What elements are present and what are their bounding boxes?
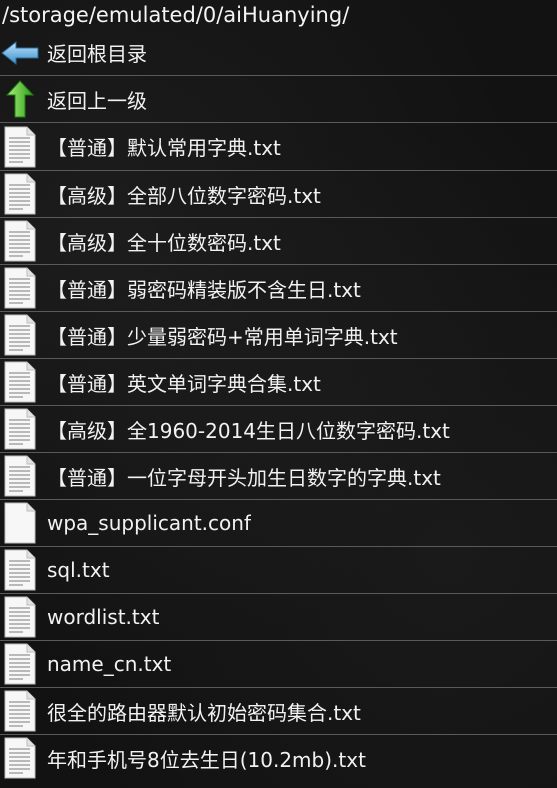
nav-item-root[interactable]: 返回根目录: [0, 30, 557, 75]
file-item[interactable]: 年和手机号8位去生日(10.2mb).txt: [0, 734, 557, 781]
text-file-icon: [0, 641, 40, 687]
text-file-icon: [0, 265, 40, 311]
file-item[interactable]: 【高级】全1960-2014生日八位数字密码.txt: [0, 405, 557, 452]
text-file-icon: [0, 218, 40, 264]
file-name: 很全的路由器默认初始密码集合.txt: [47, 700, 361, 725]
file-name: wpa_supplicant.conf: [47, 511, 251, 535]
file-item[interactable]: name_cn.txt: [0, 640, 557, 687]
nav-item-parent[interactable]: 返回上一级: [0, 75, 557, 122]
text-file-icon: [0, 124, 40, 170]
file-item[interactable]: 【普通】少量弱密码+常用单词字典.txt: [0, 311, 557, 358]
text-file-icon: [0, 359, 40, 405]
file-item[interactable]: 【普通】一位字母开头加生日数字的字典.txt: [0, 452, 557, 499]
text-file-icon: [0, 594, 40, 640]
blank-file-icon: [0, 500, 40, 546]
file-item[interactable]: 【高级】全部八位数字密码.txt: [0, 170, 557, 217]
file-name: 【高级】全部八位数字密码.txt: [47, 183, 321, 208]
file-list: 返回根目录 返回上一级: [0, 30, 557, 122]
file-name: sql.txt: [47, 558, 110, 582]
text-file-icon: [0, 171, 40, 217]
file-item[interactable]: 【高级】全十位数密码.txt: [0, 217, 557, 264]
file-name: 年和手机号8位去生日(10.2mb).txt: [47, 747, 366, 772]
nav-item-label: 返回上一级: [47, 88, 147, 113]
current-path: /storage/emulated/0/aiHuanying/: [2, 3, 350, 27]
file-item[interactable]: 【普通】默认常用字典.txt: [0, 122, 557, 170]
file-item[interactable]: 很全的路由器默认初始密码集合.txt: [0, 687, 557, 734]
up-arrow-icon: [0, 76, 40, 122]
file-item[interactable]: wpa_supplicant.conf: [0, 499, 557, 546]
file-name: 【高级】全1960-2014生日八位数字密码.txt: [47, 418, 450, 443]
file-name: 【普通】一位字母开头加生日数字的字典.txt: [47, 465, 441, 490]
files: 【普通】默认常用字典.txt 【高级】全部八位数字密码.txt 【高级】全十位数…: [0, 122, 557, 781]
text-file-icon: [0, 453, 40, 499]
file-name: 【普通】默认常用字典.txt: [47, 136, 281, 160]
text-file-icon: [0, 312, 40, 358]
file-name: 【高级】全十位数密码.txt: [47, 230, 281, 255]
text-file-icon: [0, 688, 40, 734]
back-arrow-icon: [0, 30, 40, 76]
nav-item-label: 返回根目录: [47, 42, 147, 66]
file-item[interactable]: wordlist.txt: [0, 593, 557, 640]
file-name: 【普通】弱密码精装版不含生日.txt: [47, 277, 361, 302]
file-item[interactable]: 【普通】英文单词字典合集.txt: [0, 358, 557, 405]
file-name: 【普通】英文单词字典合集.txt: [47, 371, 321, 396]
file-name: name_cn.txt: [47, 652, 172, 676]
file-name: wordlist.txt: [47, 605, 160, 629]
text-file-icon: [0, 406, 40, 452]
text-file-icon: [0, 735, 40, 781]
file-item[interactable]: 【普通】弱密码精装版不含生日.txt: [0, 264, 557, 311]
text-file-icon: [0, 547, 40, 593]
file-item[interactable]: sql.txt: [0, 546, 557, 593]
file-name: 【普通】少量弱密码+常用单词字典.txt: [47, 324, 398, 349]
